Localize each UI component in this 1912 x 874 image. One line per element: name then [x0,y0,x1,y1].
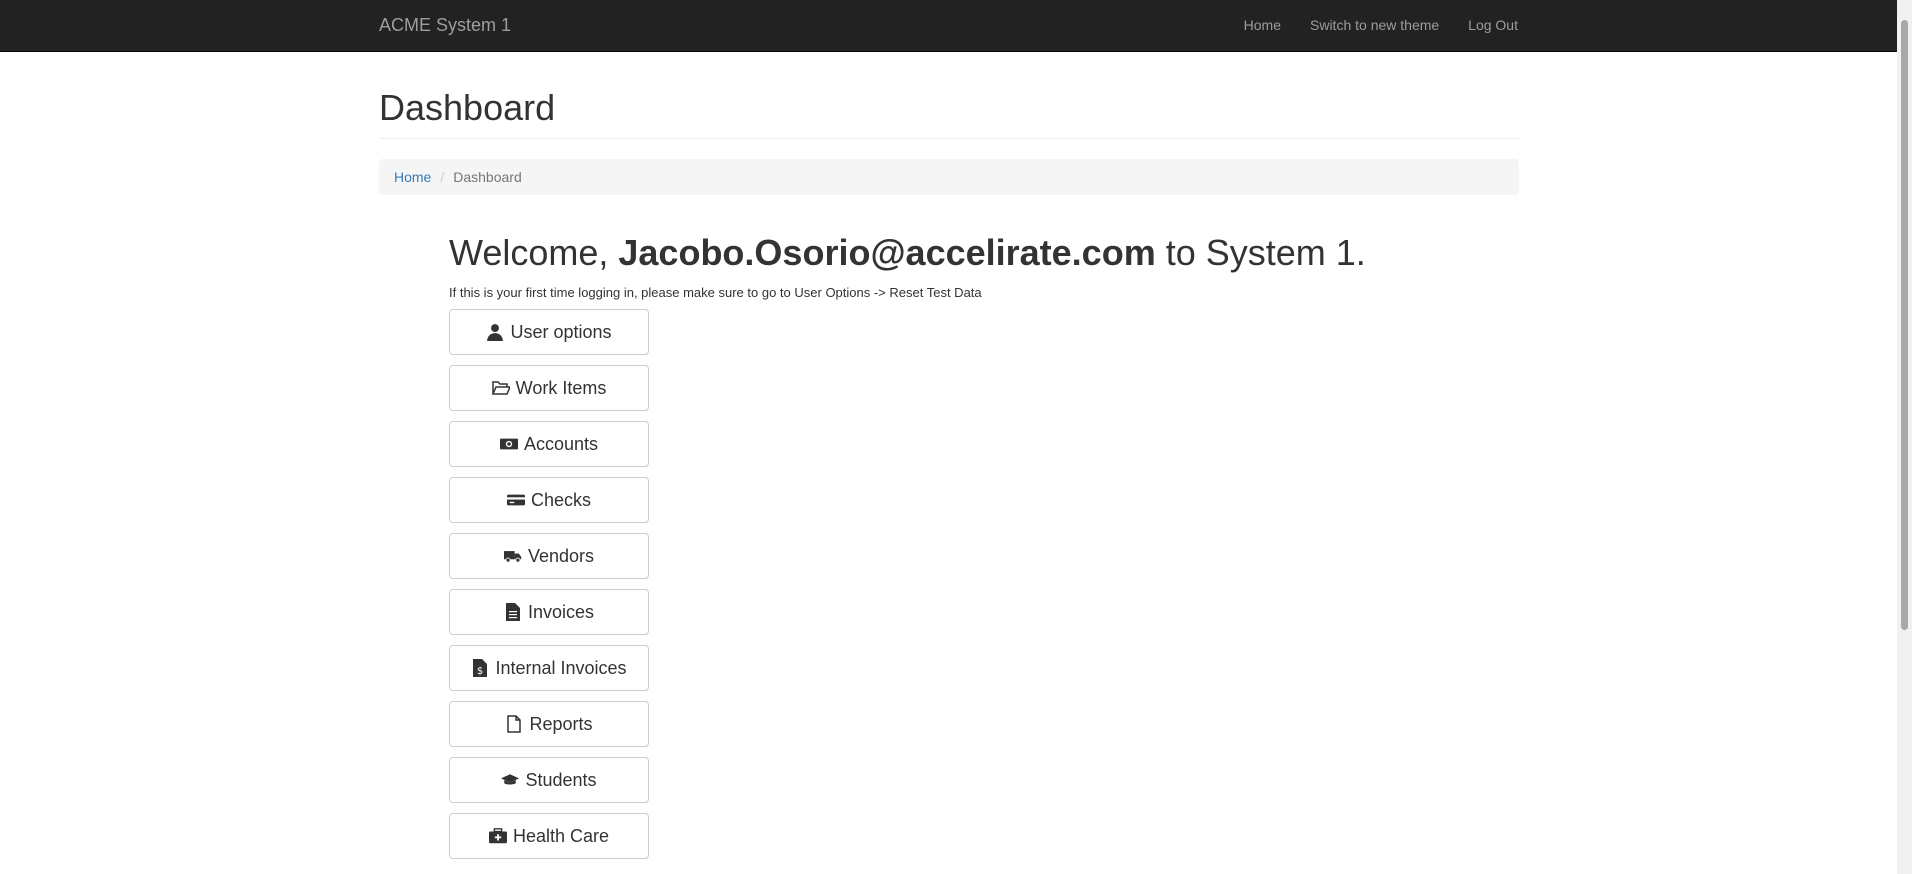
file-text-icon [505,603,520,622]
students-button[interactable]: Students [449,757,649,804]
vendors-label: Vendors [527,545,595,566]
work-items-button[interactable]: Work Items [449,365,649,412]
reports-button[interactable]: Reports [449,701,649,748]
breadcrumb-separator: / [440,168,445,185]
internal-invoices-label: Internal Invoices [495,657,627,678]
invoices-label: Invoices [527,601,595,622]
invoices-button[interactable]: Invoices [449,589,649,636]
welcome-section: Welcome, Jacobo.Osorio@accelirate.com to… [449,231,1449,869]
nav-links: Home Switch to new theme Log Out [1244,17,1518,33]
checks-label: Checks [530,489,592,510]
user-options-label: User options [510,321,612,342]
vendors-button[interactable]: Vendors [449,533,649,580]
internal-invoices-button[interactable]: $ Internal Invoices [449,645,649,692]
health-care-label: Health Care [512,825,610,846]
scrollbar-thumb[interactable] [1901,20,1908,630]
money-icon [499,438,518,450]
brand-link[interactable]: ACME System 1 [379,15,511,36]
page-title: Dashboard [379,88,1519,139]
graduation-cap-icon [501,774,520,785]
accounts-button[interactable]: Accounts [449,421,649,468]
top-navbar: ACME System 1 Home Switch to new theme L… [0,0,1897,52]
nav-home-link[interactable]: Home [1244,17,1281,33]
user-options-button[interactable]: User options [449,309,649,356]
welcome-prefix: Welcome, [449,232,619,273]
students-label: Students [525,769,597,790]
svg-text:$: $ [477,666,483,677]
accounts-label: Accounts [523,433,599,454]
file-icon [507,715,522,733]
user-icon [487,324,504,342]
vertical-scrollbar[interactable] [1897,0,1912,874]
breadcrumb-current: Dashboard [453,168,522,185]
medkit-icon [488,828,507,844]
credit-card-icon [506,494,525,506]
welcome-heading: Welcome, Jacobo.Osorio@accelirate.com to… [449,231,1449,274]
breadcrumb-home-link[interactable]: Home [394,169,431,185]
work-items-label: Work Items [515,377,607,398]
welcome-note: If this is your first time logging in, p… [449,285,982,301]
nav-logout-link[interactable]: Log Out [1468,17,1518,33]
checks-button[interactable]: Checks [449,477,649,524]
reports-label: Reports [529,713,593,734]
truck-icon [503,551,522,563]
health-care-button[interactable]: Health Care [449,813,649,860]
file-invoice-dollar-icon: $ [473,659,488,678]
folder-open-icon [491,381,510,395]
welcome-user: Jacobo.Osorio@accelirate.com [618,232,1156,273]
dashboard-button-list: User options Work Items Accounts Checks … [449,309,1449,860]
nav-switch-theme-link[interactable]: Switch to new theme [1310,17,1439,33]
main-container: Dashboard Home / Dashboard Welcome, Jaco… [379,51,1519,860]
welcome-suffix: to System 1. [1155,232,1366,273]
breadcrumb: Home / Dashboard [379,158,1519,195]
